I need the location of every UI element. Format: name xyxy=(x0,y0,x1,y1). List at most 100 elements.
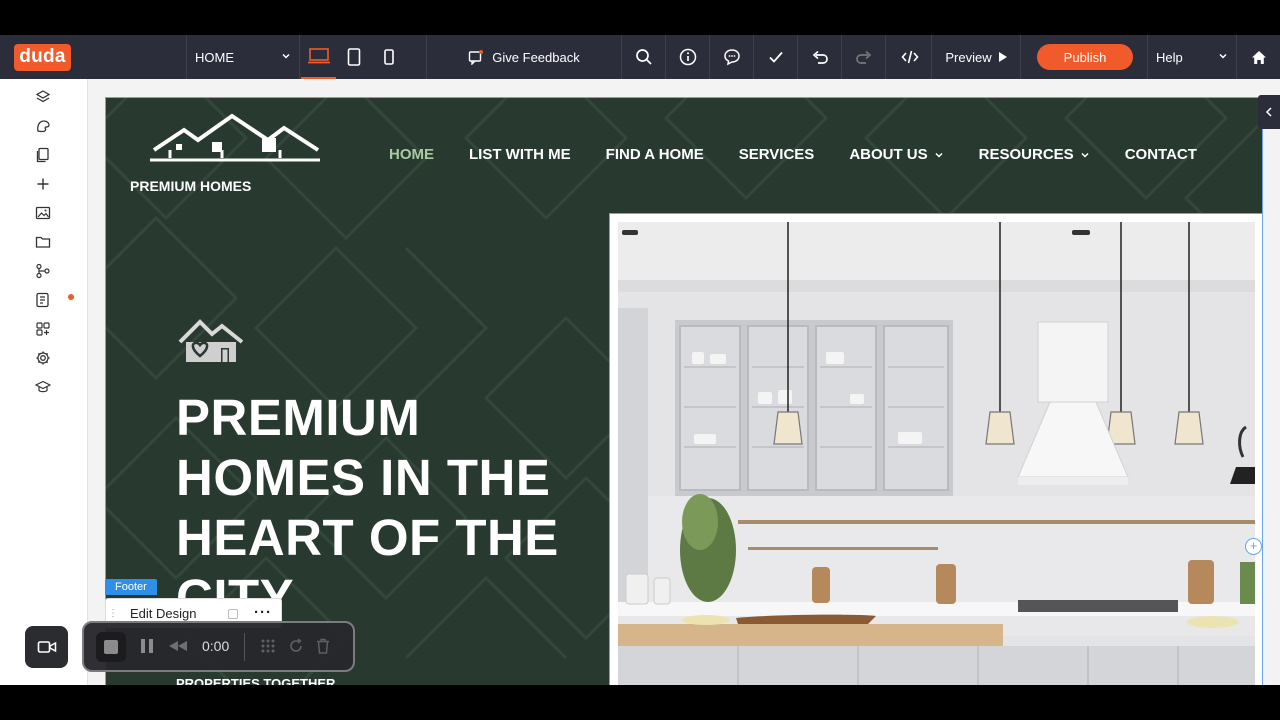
duda-logo[interactable]: duda xyxy=(14,43,71,71)
resize-handle[interactable]: + xyxy=(1245,538,1262,555)
notification-dot xyxy=(68,294,74,300)
help-menu[interactable]: Help xyxy=(1147,35,1237,79)
top-toolbar: duda HOME Give Feedback Preview Publish … xyxy=(0,35,1280,79)
stop-icon xyxy=(104,640,118,654)
editor-frame: duda HOME Give Feedback Preview Publish … xyxy=(0,35,1280,685)
personalization-button[interactable] xyxy=(33,261,53,281)
undo-button[interactable] xyxy=(798,35,842,79)
academy-button[interactable] xyxy=(33,377,53,397)
page-selector-value: HOME xyxy=(195,49,234,65)
footer-badge[interactable]: Footer xyxy=(105,579,157,595)
comment-icon xyxy=(723,49,740,66)
hero-subtitle: PROPERTIES TOGETHER xyxy=(176,676,336,685)
recording-time: 0:00 xyxy=(202,638,230,654)
hero-title-line: PREMIUM xyxy=(176,389,421,446)
nav-find-a-home[interactable]: FIND A HOME xyxy=(606,146,704,163)
add-widget-button[interactable] xyxy=(33,174,53,194)
chevron-down-icon xyxy=(282,53,290,59)
publish-button[interactable]: Publish xyxy=(1037,44,1133,70)
comments-button[interactable] xyxy=(710,35,754,79)
mobile-icon xyxy=(383,49,394,65)
nav-label: LIST WITH ME xyxy=(469,146,571,163)
nav-contact[interactable]: CONTACT xyxy=(1125,146,1197,163)
nav-services[interactable]: SERVICES xyxy=(739,146,815,163)
nav-label: HOME xyxy=(389,146,434,163)
site-navigation: HOME LIST WITH ME FIND A HOME SERVICES A… xyxy=(389,146,1232,163)
right-panel-toggle[interactable] xyxy=(1258,95,1280,129)
feedback-label: Give Feedback xyxy=(492,49,580,65)
page-selector[interactable]: HOME xyxy=(186,35,300,79)
blog-button[interactable] xyxy=(33,290,53,310)
graduation-cap-icon xyxy=(35,380,51,393)
pages-button[interactable] xyxy=(33,145,53,165)
preview-label: Preview xyxy=(945,49,992,65)
nav-list-with-me[interactable]: LIST WITH ME xyxy=(469,146,571,163)
divider xyxy=(244,633,245,661)
image-icon xyxy=(35,206,51,220)
info-icon xyxy=(679,48,696,66)
pause-icon[interactable] xyxy=(140,638,154,654)
square-icon[interactable] xyxy=(228,609,238,619)
recording-controls: 0:00 xyxy=(82,621,355,672)
desktop-icon xyxy=(307,48,330,64)
hero-title-line: HEART OF THE xyxy=(176,509,559,566)
apps-button[interactable] xyxy=(33,319,53,339)
hero-image-container[interactable] xyxy=(609,213,1262,685)
dashboard-home-button[interactable] xyxy=(1237,35,1280,79)
give-feedback-button[interactable]: Give Feedback xyxy=(426,35,622,79)
layers-button[interactable] xyxy=(33,87,53,107)
nav-resources[interactable]: RESOURCES xyxy=(979,146,1090,163)
premium-homes-logo[interactable] xyxy=(150,110,322,170)
apps-icon xyxy=(36,322,50,336)
nav-label: FIND A HOME xyxy=(605,146,704,163)
restart-icon[interactable] xyxy=(288,638,304,654)
edit-design-button[interactable]: Edit Design xyxy=(130,606,196,621)
search-button[interactable] xyxy=(622,35,666,79)
check-icon xyxy=(768,51,783,63)
images-button[interactable] xyxy=(33,203,53,223)
chevron-left-icon xyxy=(1265,107,1272,117)
help-label: Help xyxy=(1156,49,1183,65)
left-sidebar xyxy=(0,79,88,685)
developer-mode-button[interactable] xyxy=(888,35,932,79)
play-icon xyxy=(998,52,1007,62)
content-library-button[interactable] xyxy=(33,232,53,252)
more-options-icon[interactable]: ··· xyxy=(254,604,272,621)
grid-icon[interactable] xyxy=(260,638,276,654)
info-button[interactable] xyxy=(666,35,710,79)
chevron-down-icon xyxy=(935,152,943,158)
redo-icon xyxy=(855,50,871,64)
preview-button[interactable]: Preview xyxy=(933,35,1021,79)
done-button[interactable] xyxy=(754,35,798,79)
palette-icon xyxy=(37,120,50,133)
blog-icon xyxy=(36,292,49,308)
mobile-view-button[interactable] xyxy=(371,35,406,79)
nav-label: CONTACT xyxy=(1124,146,1197,163)
home-icon xyxy=(1251,50,1266,64)
design-button[interactable] xyxy=(33,116,53,136)
chevron-down-icon xyxy=(1081,152,1089,158)
site-canvas[interactable]: PREMIUM HOMES HOME LIST WITH ME FIND A H… xyxy=(105,97,1263,685)
tablet-view-button[interactable] xyxy=(336,35,371,79)
search-icon xyxy=(635,49,652,65)
brand-name: PREMIUM HOMES xyxy=(130,178,252,194)
tablet-icon xyxy=(347,48,360,66)
feedback-icon xyxy=(469,50,484,65)
kitchen-photo xyxy=(618,222,1255,685)
pages-icon xyxy=(36,147,49,163)
nav-about-us[interactable]: ABOUT US xyxy=(849,146,943,163)
chevron-down-icon xyxy=(1219,53,1227,59)
drag-handle-icon[interactable]: ⋮ xyxy=(106,608,120,619)
trash-icon[interactable] xyxy=(316,638,330,654)
nav-home[interactable]: HOME xyxy=(389,146,434,163)
stop-recording-button[interactable] xyxy=(96,632,126,662)
house-heart-icon xyxy=(178,319,244,362)
desktop-view-button[interactable] xyxy=(301,35,336,79)
video-camera-icon xyxy=(37,641,56,653)
settings-button[interactable] xyxy=(33,348,53,368)
folder-icon xyxy=(35,236,51,248)
redo-button[interactable] xyxy=(842,35,886,79)
camera-button[interactable] xyxy=(25,626,68,668)
rewind-icon[interactable] xyxy=(168,640,188,652)
code-icon xyxy=(900,50,919,64)
